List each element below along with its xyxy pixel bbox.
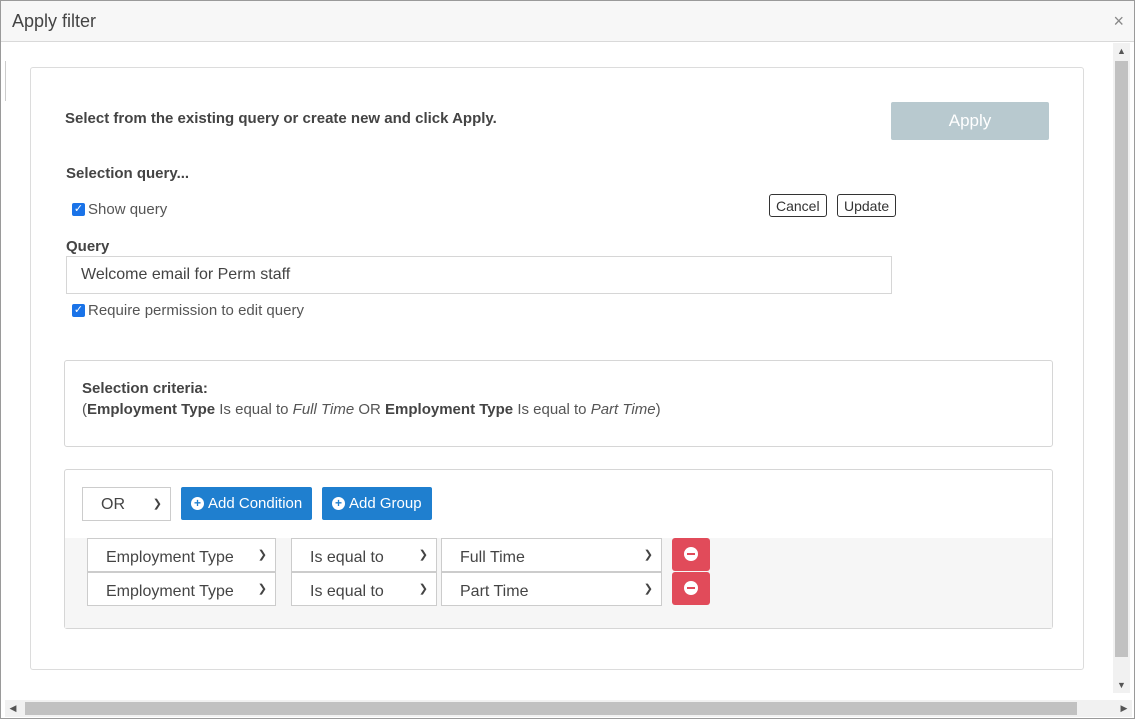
dialog-titlebar: Apply filter × bbox=[1, 1, 1134, 42]
horizontal-scroll-thumb[interactable] bbox=[25, 702, 1077, 715]
checkmark-icon: ✓ bbox=[72, 203, 85, 216]
scroll-up-icon[interactable]: ▲ bbox=[1113, 43, 1130, 59]
selection-query-label: Selection query... bbox=[66, 165, 190, 182]
criteria-value-1: Full Time bbox=[292, 401, 355, 418]
field-value: Employment Type bbox=[106, 583, 234, 600]
condition-operator-select[interactable]: Is equal to ❯ bbox=[291, 538, 437, 572]
group-operator-value: OR bbox=[101, 496, 125, 513]
chevron-down-icon: ❯ bbox=[418, 549, 428, 561]
remove-condition-button[interactable] bbox=[672, 572, 710, 605]
value-value: Part Time bbox=[460, 583, 529, 600]
remove-condition-button[interactable] bbox=[672, 538, 710, 571]
apply-filter-dialog: Apply filter × Select from the existing … bbox=[0, 0, 1135, 719]
minus-circle-icon bbox=[684, 547, 698, 561]
condition-field-select[interactable]: Employment Type ❯ bbox=[87, 538, 276, 572]
criteria-field-2: Employment Type bbox=[385, 401, 514, 418]
show-query-label: Show query bbox=[88, 201, 168, 218]
add-condition-label: Add Condition bbox=[208, 495, 303, 512]
minus-circle-icon bbox=[684, 581, 698, 595]
criteria-joiner: OR bbox=[358, 401, 381, 418]
vertical-scrollbar[interactable]: ▲ ▼ bbox=[1113, 43, 1130, 693]
chevron-down-icon: ❯ bbox=[257, 549, 267, 561]
instruction-text: Select from the existing query or create… bbox=[65, 110, 497, 127]
condition-field-select[interactable]: Employment Type ❯ bbox=[87, 572, 276, 606]
chevron-down-icon: ❯ bbox=[418, 583, 428, 595]
selection-criteria-box: Selection criteria: (Employment Type Is … bbox=[64, 360, 1053, 447]
checkmark-icon: ✓ bbox=[72, 304, 85, 317]
plus-circle-icon: + bbox=[332, 497, 345, 510]
chevron-down-icon: ❯ bbox=[643, 583, 653, 595]
condition-value-select[interactable]: Full Time ❯ bbox=[441, 538, 662, 572]
operator-value: Is equal to bbox=[310, 583, 384, 600]
operator-value: Is equal to bbox=[310, 549, 384, 566]
scroll-down-icon[interactable]: ▼ bbox=[1113, 677, 1130, 693]
condition-operator-select[interactable]: Is equal to ❯ bbox=[291, 572, 437, 606]
add-condition-button[interactable]: + Add Condition bbox=[181, 487, 313, 520]
group-operator-select[interactable]: OR ❯ bbox=[82, 487, 171, 521]
horizontal-scrollbar[interactable]: ◀ ▶ bbox=[5, 700, 1132, 717]
scroll-right-icon[interactable]: ▶ bbox=[1116, 700, 1132, 717]
query-name-input[interactable] bbox=[66, 256, 892, 294]
condition-value-select[interactable]: Part Time ❯ bbox=[441, 572, 662, 606]
chevron-down-icon: ❯ bbox=[643, 549, 653, 561]
paren-close: ) bbox=[655, 401, 661, 418]
selection-criteria-title: Selection criteria: bbox=[82, 380, 208, 397]
criteria-op-1: Is equal to bbox=[219, 401, 289, 418]
query-label: Query bbox=[66, 238, 110, 255]
add-group-button[interactable]: + Add Group bbox=[322, 487, 432, 520]
apply-button[interactable]: Apply bbox=[891, 102, 1049, 140]
vertical-scroll-thumb[interactable] bbox=[1115, 61, 1128, 657]
filter-panel: Select from the existing query or create… bbox=[30, 67, 1084, 670]
require-permission-label: Require permission to edit query bbox=[88, 302, 304, 319]
chevron-down-icon: ❯ bbox=[152, 498, 162, 510]
dialog-title: Apply filter bbox=[12, 11, 97, 31]
cancel-button[interactable]: Cancel bbox=[769, 194, 827, 217]
show-query-checkbox[interactable]: ✓ Show query bbox=[72, 201, 167, 218]
scroll-left-icon[interactable]: ◀ bbox=[5, 700, 21, 717]
add-group-label: Add Group bbox=[349, 495, 422, 512]
query-builder: OR ❯ + Add Condition + Add Group Employm… bbox=[64, 469, 1053, 629]
require-permission-checkbox[interactable]: ✓ Require permission to edit query bbox=[72, 302, 304, 319]
chevron-down-icon: ❯ bbox=[257, 583, 267, 595]
selection-criteria-text: (Employment Type Is equal to Full Time O… bbox=[82, 401, 661, 418]
update-button[interactable]: Update bbox=[837, 194, 897, 217]
plus-circle-icon: + bbox=[191, 497, 204, 510]
value-value: Full Time bbox=[460, 549, 525, 566]
close-icon[interactable]: × bbox=[1113, 12, 1124, 30]
criteria-value-2: Part Time bbox=[590, 401, 656, 418]
field-value: Employment Type bbox=[106, 549, 234, 566]
criteria-field-1: Employment Type bbox=[87, 401, 216, 418]
criteria-op-2: Is equal to bbox=[517, 401, 587, 418]
background-edge bbox=[1, 61, 6, 101]
